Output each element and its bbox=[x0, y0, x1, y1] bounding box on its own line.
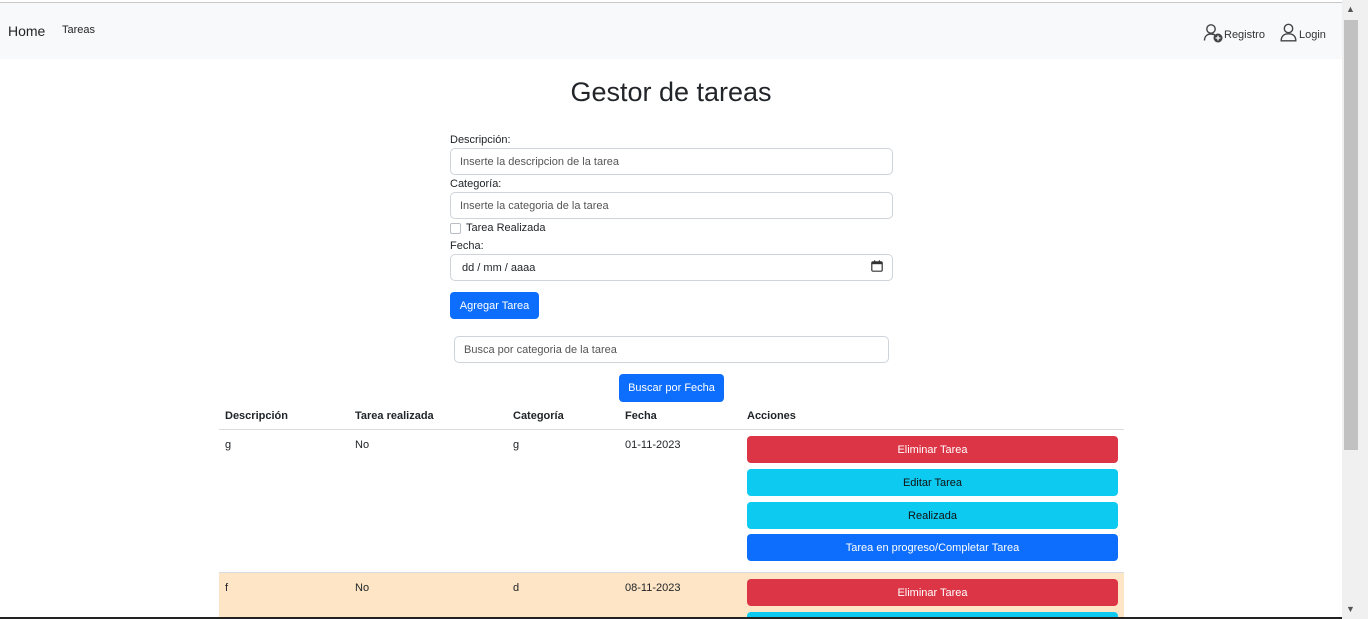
realizada-label: Tarea Realizada bbox=[466, 222, 546, 234]
categoria-input[interactable]: Inserte la categoria de la tarea bbox=[450, 192, 893, 219]
row-fecha: 08-11-2023 bbox=[625, 582, 681, 594]
header-acciones: Acciones bbox=[747, 410, 796, 422]
header-categoria: Categoría bbox=[513, 410, 564, 422]
scroll-down-icon[interactable]: ▼ bbox=[1346, 604, 1355, 614]
row-categoria: d bbox=[513, 582, 520, 594]
row-descripcion: f bbox=[225, 582, 229, 594]
row-realizada: No bbox=[355, 582, 370, 594]
header-fecha: Fecha bbox=[625, 410, 657, 422]
eliminar-tarea-button[interactable]: Eliminar Tarea bbox=[747, 579, 1118, 606]
user-icon bbox=[1280, 23, 1297, 42]
user-plus-icon bbox=[1203, 23, 1224, 43]
realizada-checkbox-row: Tarea Realizada bbox=[450, 222, 546, 234]
editar-tarea-button[interactable]: Editar Tarea bbox=[747, 469, 1118, 496]
page: Home Tareas Registro Login Gestor de tar… bbox=[0, 0, 1342, 619]
descripcion-placeholder: Inserte la descripcion de la tarea bbox=[460, 155, 619, 168]
nav-home-link[interactable]: Home bbox=[8, 23, 45, 39]
descripcion-input[interactable]: Inserte la descripcion de la tarea bbox=[450, 148, 893, 175]
navbar: Home Tareas Registro Login bbox=[0, 3, 1342, 59]
nav-registro-link[interactable]: Registro bbox=[1203, 23, 1265, 43]
categoria-placeholder: Inserte la categoria de la tarea bbox=[460, 199, 609, 212]
calendar-icon[interactable] bbox=[871, 260, 883, 275]
tarea-en-progreso-button[interactable]: Tarea en progreso/Completar Tarea bbox=[747, 534, 1118, 561]
nav-tareas-link[interactable]: Tareas bbox=[62, 24, 95, 36]
nav-registro-label: Registro bbox=[1224, 29, 1265, 41]
fecha-label: Fecha: bbox=[450, 240, 484, 252]
scrollbar-thumb[interactable] bbox=[1344, 20, 1358, 450]
row-descripcion: g bbox=[225, 439, 232, 451]
eliminar-tarea-button[interactable]: Eliminar Tarea bbox=[747, 436, 1118, 463]
row-realizada: No bbox=[355, 439, 370, 451]
realizada-button[interactable]: Realizada bbox=[747, 502, 1118, 529]
nav-login-label: Login bbox=[1299, 28, 1326, 41]
fecha-placeholder: dd / mm / aaaa bbox=[462, 261, 536, 274]
page-title: Gestor de tareas bbox=[570, 77, 772, 107]
categoria-label: Categoría: bbox=[450, 178, 502, 190]
search-categoria-input[interactable]: Busca por categoria de la tarea bbox=[454, 336, 889, 363]
row-categoria: g bbox=[513, 439, 520, 451]
agregar-tarea-button[interactable]: Agregar Tarea bbox=[450, 292, 539, 319]
header-divider bbox=[219, 429, 1124, 430]
descripcion-label: Descripción: bbox=[450, 134, 511, 146]
search-placeholder: Busca por categoria de la tarea bbox=[464, 343, 617, 356]
scroll-up-icon[interactable]: ▲ bbox=[1346, 4, 1355, 14]
row-fecha: 01-11-2023 bbox=[625, 439, 681, 451]
realizada-checkbox[interactable] bbox=[450, 222, 461, 234]
fecha-input[interactable]: dd / mm / aaaa bbox=[450, 254, 893, 281]
buscar-por-fecha-button[interactable]: Buscar por Fecha bbox=[619, 374, 724, 402]
header-realizada: Tarea realizada bbox=[355, 410, 434, 422]
header-descripcion: Descripción bbox=[225, 410, 288, 422]
nav-login-link[interactable]: Login bbox=[1280, 23, 1326, 42]
